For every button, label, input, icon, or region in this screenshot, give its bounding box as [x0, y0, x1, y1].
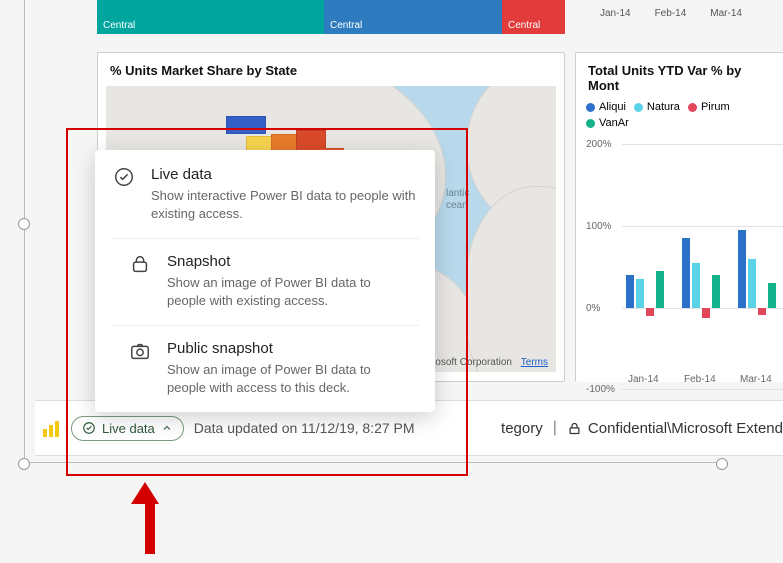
- gridline: [622, 389, 783, 390]
- powerbi-logo-icon: [43, 419, 61, 437]
- legend-label: Aliqui: [599, 101, 626, 113]
- option-title: Snapshot: [167, 253, 401, 270]
- option-public-snapshot[interactable]: Public snapshot Show an image of Power B…: [111, 325, 419, 412]
- bar[interactable]: [758, 308, 766, 315]
- copyright-text: osoft Corporation: [435, 357, 512, 368]
- legend-item-aliqui[interactable]: Aliqui: [586, 101, 626, 113]
- bar[interactable]: [692, 263, 700, 308]
- bars-group: Jan-14 Feb-14 Mar-14: [622, 139, 783, 389]
- y-tick: 100%: [586, 221, 612, 232]
- y-tick: 200%: [586, 139, 612, 150]
- bar[interactable]: [636, 279, 644, 308]
- map-credits: osoft Corporation Terms: [435, 357, 548, 368]
- region-bar: Central Central Central: [97, 0, 565, 34]
- legend-label: VanAr: [599, 117, 629, 129]
- option-title: Live data: [151, 166, 417, 183]
- lock-icon: [129, 253, 151, 275]
- bar[interactable]: [646, 308, 654, 316]
- bar[interactable]: [738, 230, 746, 308]
- selection-handle[interactable]: [716, 458, 728, 470]
- y-tick: -100%: [586, 384, 615, 395]
- annotation-arrow-icon: [140, 482, 159, 554]
- segment-label: Central: [103, 20, 135, 31]
- segment-central-a[interactable]: Central: [97, 0, 324, 34]
- segment-central-c[interactable]: Central: [502, 0, 565, 34]
- category-indicator[interactable]: tegory: [501, 420, 543, 437]
- separator: |: [553, 419, 557, 437]
- legend-label: Pirum: [701, 101, 730, 113]
- selection-handle[interactable]: [18, 458, 30, 470]
- segment-label: Central: [508, 20, 540, 31]
- legend: Aliqui Natura Pirum VanAr: [576, 101, 783, 133]
- terms-link[interactable]: Terms: [521, 357, 548, 368]
- chevron-up-icon: [161, 422, 173, 434]
- chip-label: Live data: [102, 421, 155, 436]
- option-snapshot[interactable]: Snapshot Show an image of Power BI data …: [111, 238, 419, 325]
- updated-text: Data updated on 11/12/19, 8:27 PM: [194, 420, 415, 436]
- choropleth-cell[interactable]: [226, 116, 266, 134]
- checkmark-circle-icon: [113, 166, 135, 188]
- legend-label: Natura: [647, 101, 680, 113]
- ocean-label: lantic cean: [446, 188, 469, 212]
- legend-dot-icon: [634, 103, 643, 112]
- bar[interactable]: [656, 271, 664, 308]
- x-tick: Mar-14: [740, 374, 772, 385]
- selection-edge-left: [24, 0, 25, 462]
- canvas: Central Central Central Jan-14 Feb-14 Ma…: [0, 0, 783, 563]
- tile-title: % Units Market Share by State: [98, 53, 564, 86]
- option-desc: Show interactive Power BI data to people…: [151, 187, 417, 222]
- option-title: Public snapshot: [167, 340, 401, 357]
- selection-handle[interactable]: [18, 218, 30, 230]
- sensitivity-text: Confidential\Microsoft Extend: [588, 420, 783, 437]
- legend-dot-icon: [586, 103, 595, 112]
- bar[interactable]: [682, 238, 690, 308]
- data-mode-popover: Live data Show interactive Power BI data…: [95, 150, 435, 412]
- option-live-data[interactable]: Live data Show interactive Power BI data…: [95, 150, 435, 238]
- camera-icon: [129, 340, 151, 362]
- landmass: [466, 186, 556, 372]
- category-label: tegory: [501, 420, 543, 437]
- chart-tile[interactable]: Total Units YTD Var % by Mont Aliqui Nat…: [575, 52, 783, 382]
- segment-label: Central: [330, 20, 362, 31]
- segment-central-b[interactable]: Central: [324, 0, 502, 34]
- tick-label: Jan-14: [600, 8, 631, 19]
- checkmark-circle-icon: [82, 421, 96, 435]
- tile-title: Total Units YTD Var % by Mont: [576, 53, 783, 101]
- bar[interactable]: [712, 275, 720, 308]
- legend-dot-icon: [586, 119, 595, 128]
- legend-item-vanar[interactable]: VanAr: [586, 117, 629, 129]
- option-desc: Show an image of Power BI data to people…: [167, 361, 401, 396]
- bar[interactable]: [768, 283, 776, 308]
- live-data-chip[interactable]: Live data: [71, 416, 184, 441]
- bar[interactable]: [748, 259, 756, 308]
- x-tick: Jan-14: [628, 374, 659, 385]
- sensitivity-label[interactable]: Confidential\Microsoft Extend: [567, 420, 783, 437]
- tick-label: Feb-14: [655, 8, 687, 19]
- lock-icon: [567, 421, 582, 436]
- top-chart-axis: Jan-14 Feb-14 Mar-14: [600, 8, 780, 19]
- selection-edge-bottom: [24, 462, 724, 463]
- plot-area: 200% 100% 0% -100%: [582, 139, 783, 389]
- legend-item-natura[interactable]: Natura: [634, 101, 680, 113]
- y-tick: 0%: [586, 303, 600, 314]
- bar[interactable]: [702, 308, 710, 318]
- legend-dot-icon: [688, 103, 697, 112]
- tick-label: Mar-14: [710, 8, 742, 19]
- option-desc: Show an image of Power BI data to people…: [167, 274, 401, 309]
- bar[interactable]: [626, 275, 634, 308]
- legend-item-pirum[interactable]: Pirum: [688, 101, 730, 113]
- x-tick: Feb-14: [684, 374, 716, 385]
